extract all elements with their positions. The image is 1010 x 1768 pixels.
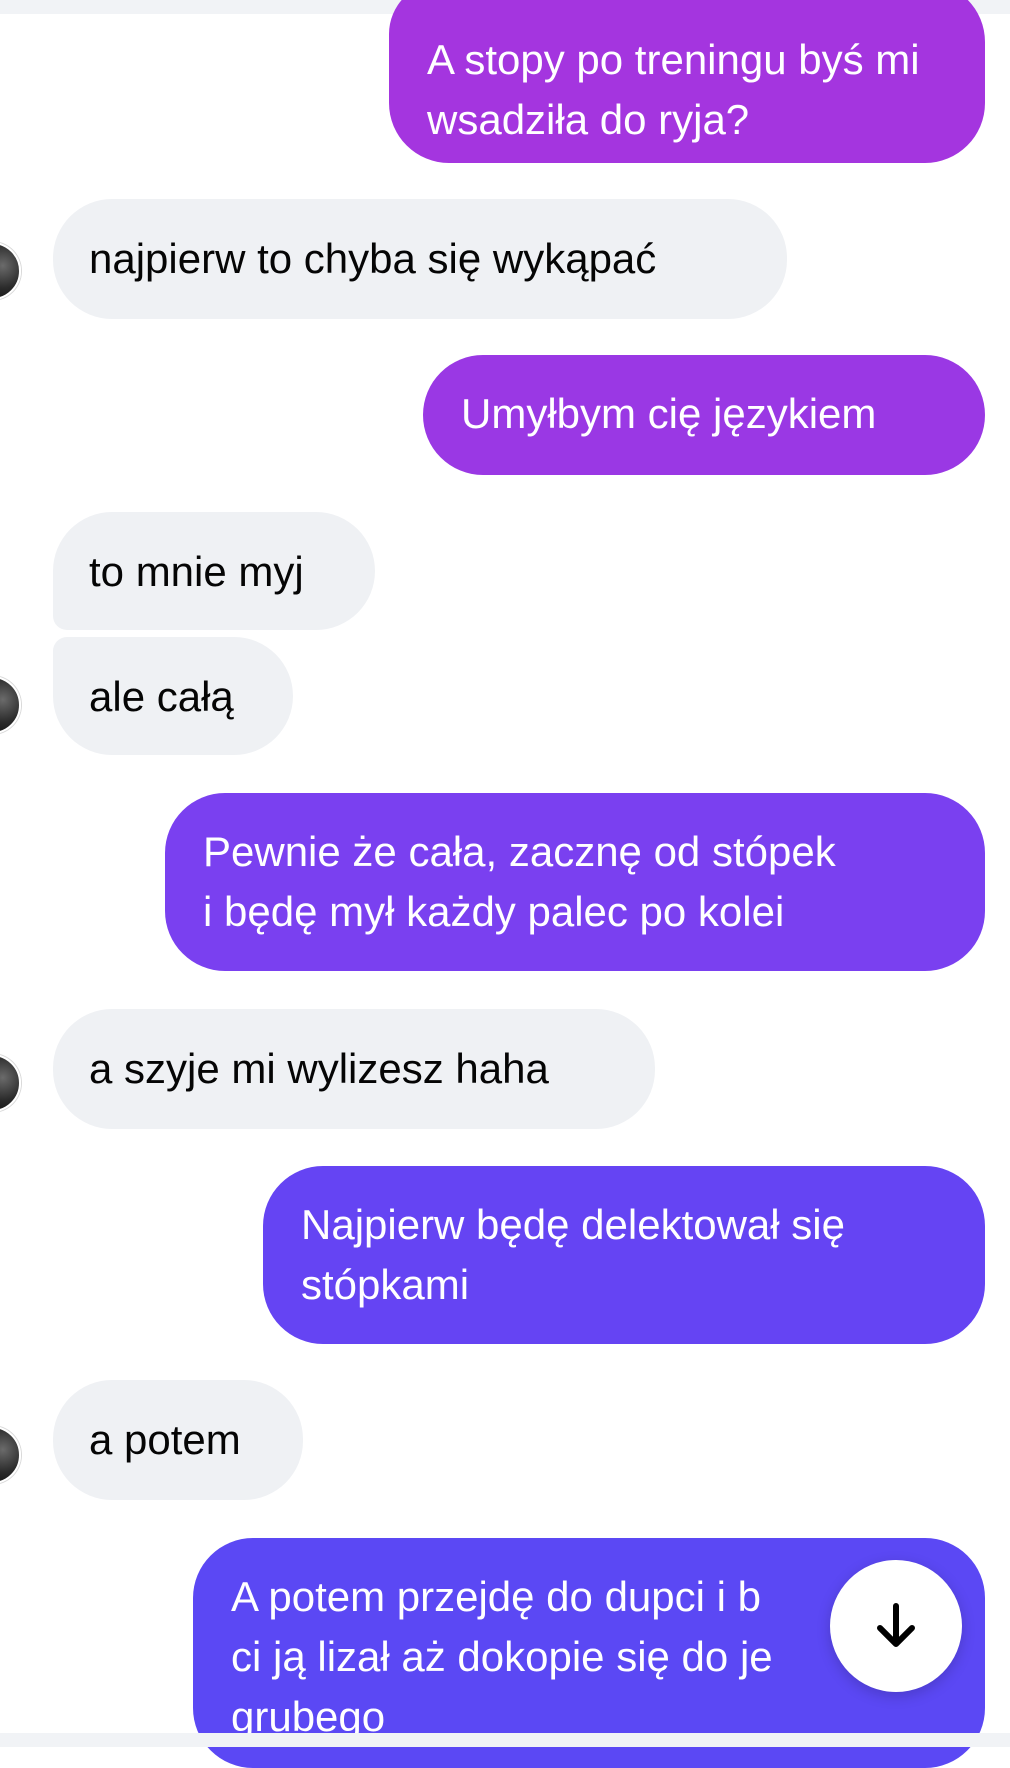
message-incoming[interactable]: najpierw to chyba się wykąpać [53, 199, 787, 319]
contact-avatar[interactable] [0, 1054, 21, 1112]
message-outgoing[interactable]: Umyłbym cię językiem [423, 355, 985, 475]
message-incoming[interactable]: a potem [53, 1380, 303, 1500]
message-outgoing[interactable]: Pewnie że cała, zacznę od stópek i będę … [165, 793, 985, 971]
message-incoming[interactable]: ale całą [53, 637, 293, 755]
message-text-line: Najpierw będę delektował się [301, 1201, 845, 1248]
scroll-to-bottom-button[interactable] [830, 1560, 962, 1692]
message-text-line: Pewnie że cała, zacznę od stópek [203, 828, 836, 875]
message-text-line: A stopy po treningu byś mi [427, 36, 920, 83]
message-incoming[interactable]: a szyje mi wylizesz haha [53, 1009, 655, 1129]
message-text-line: a szyje mi wylizesz haha [89, 1045, 549, 1092]
bottom-bar [0, 1733, 1010, 1747]
contact-avatar[interactable] [0, 1426, 21, 1484]
arrow-down-icon [877, 1603, 915, 1647]
message-text-line: stópkami [301, 1261, 470, 1308]
message-text-line: to mnie myj [89, 548, 304, 595]
contact-avatar[interactable] [0, 676, 21, 734]
contact-avatar[interactable] [0, 242, 21, 300]
message-text-line: Umyłbym cię językiem [461, 390, 877, 437]
message-text-line: i będę mył każdy palec po kolei [203, 888, 785, 935]
message-text-line: wsadziła do ryja? [427, 96, 750, 143]
message-outgoing[interactable]: A stopy po treningu byś mi wsadziła do r… [389, 0, 985, 163]
message-incoming[interactable]: to mnie myj [53, 512, 375, 630]
message-outgoing[interactable]: Najpierw będę delektował się stópkami [263, 1166, 985, 1344]
message-text-line: najpierw to chyba się wykąpać [89, 235, 657, 282]
message-text-line: ale całą [89, 673, 234, 720]
message-text-line: a potem [89, 1416, 241, 1463]
